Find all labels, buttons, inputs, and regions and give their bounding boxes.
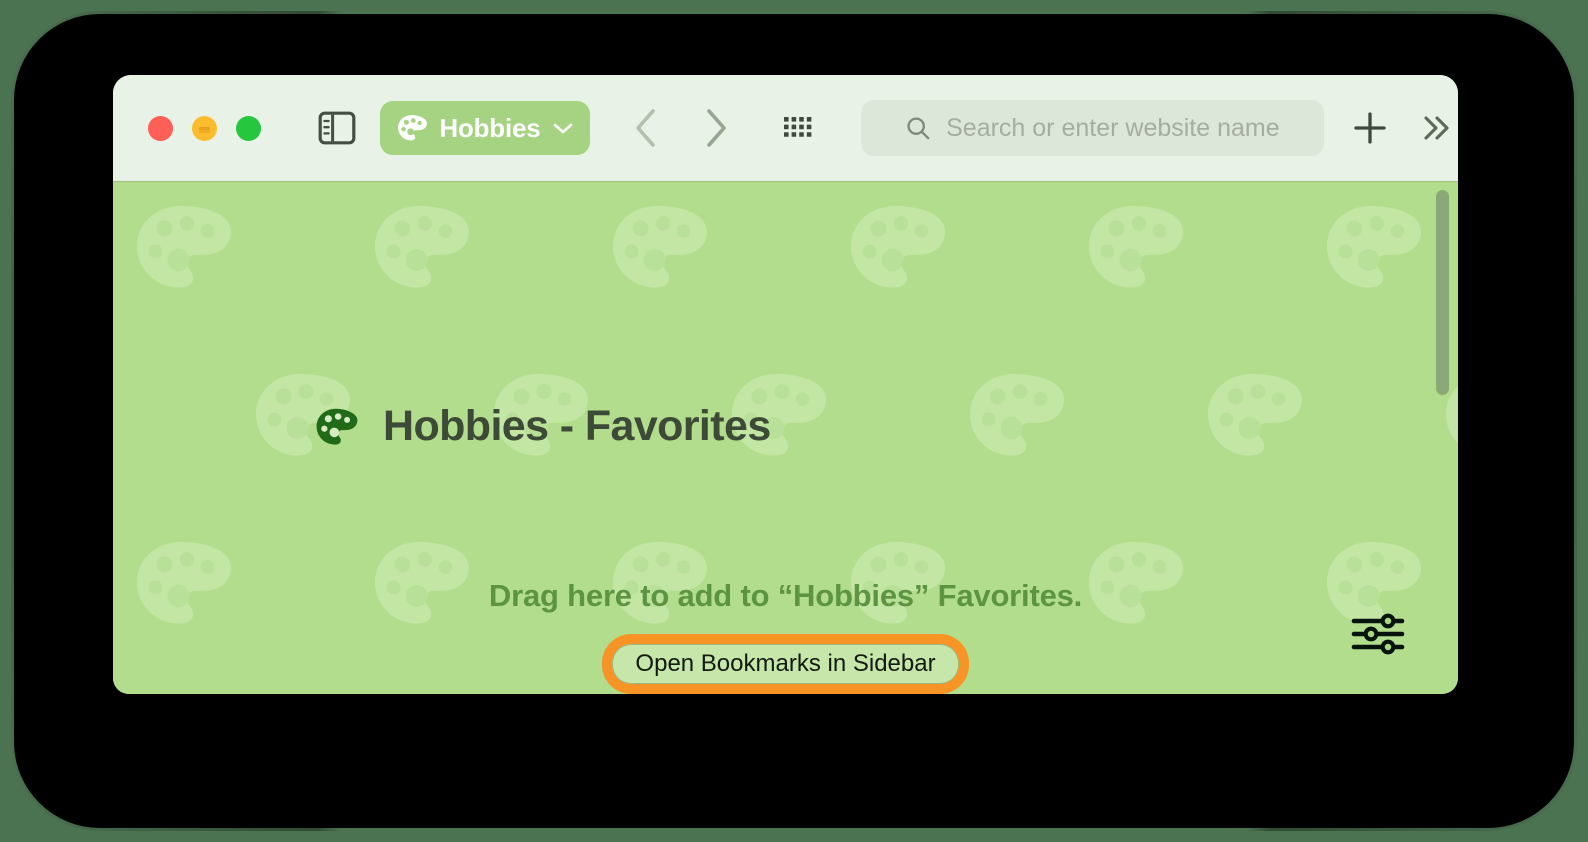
address-search-field[interactable]: Search or enter website name: [860, 100, 1324, 156]
open-bookmarks-in-sidebar-button[interactable]: Open Bookmarks in Sidebar: [612, 644, 959, 684]
nav-back-button[interactable]: [626, 106, 668, 150]
page-heading: Hobbies - Favorites: [315, 402, 771, 451]
scrollbar-thumb[interactable]: [1436, 190, 1449, 395]
tab-overview-grid-icon: [783, 117, 812, 137]
open-bookmarks-button-container: Open Bookmarks in Sidebar: [113, 644, 1458, 684]
palette-icon: [316, 408, 358, 445]
chevron-left-icon: [635, 109, 655, 147]
favorites-page-content: Hobbies - Favorites Drag here to add to …: [113, 182, 1458, 694]
page-settings-button[interactable]: [1350, 611, 1406, 657]
browser-window: Hobbies Search or enter website name Hob…: [113, 75, 1458, 694]
browser-toolbar: Hobbies Search or enter website name: [113, 75, 1458, 182]
window-controls: [148, 115, 261, 141]
page-title: Hobbies - Favorites: [383, 402, 771, 450]
minimize-window-button[interactable]: [192, 115, 217, 141]
double-chevron-right-icon: [1424, 116, 1449, 140]
toolbar-more-button[interactable]: [1414, 105, 1458, 151]
search-icon: [907, 116, 930, 139]
palette-icon: [398, 115, 428, 141]
tab-overview-button[interactable]: [776, 106, 818, 150]
profile-label: Hobbies: [439, 112, 541, 143]
content-scrollbar[interactable]: [1436, 188, 1449, 688]
sidebar-icon: [318, 111, 356, 145]
close-window-button[interactable]: [148, 115, 173, 141]
plus-icon: [1354, 112, 1386, 144]
profile-tab-group-button[interactable]: Hobbies: [380, 101, 590, 155]
chevron-down-icon: [553, 123, 572, 134]
drag-hint-text: Drag here to add to “Hobbies” Favorites.: [488, 578, 1083, 613]
maximize-window-button[interactable]: [236, 115, 261, 141]
chevron-right-icon: [706, 109, 726, 147]
address-placeholder-text: Search or enter website name: [946, 113, 1280, 142]
nav-forward-button[interactable]: [694, 106, 736, 150]
sliders-icon: [1351, 613, 1405, 655]
new-tab-button[interactable]: [1348, 105, 1392, 151]
sidebar-toggle-button[interactable]: [318, 108, 356, 148]
